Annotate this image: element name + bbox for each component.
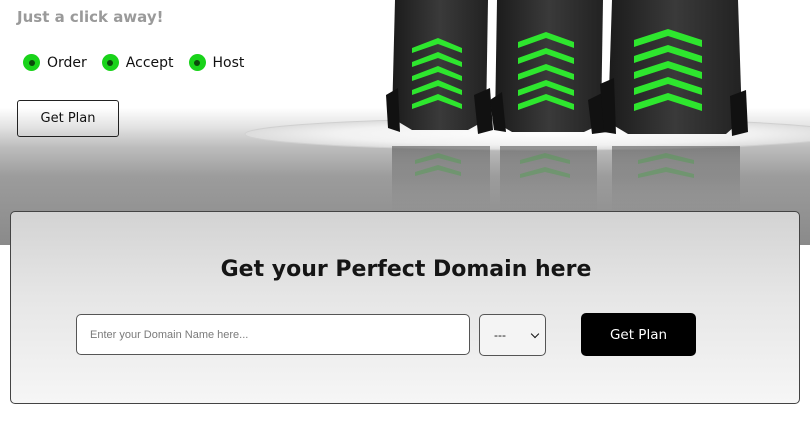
feature-label: Accept — [125, 54, 174, 71]
domain-extension-select[interactable]: --- — [479, 314, 546, 356]
domain-name-input[interactable] — [76, 314, 470, 355]
domain-get-plan-button[interactable]: Get Plan — [581, 313, 696, 356]
feature-host: Host — [188, 54, 245, 71]
radio-checked-icon — [188, 54, 206, 71]
feature-order: Order — [23, 54, 87, 71]
domain-search-panel: Get your Perfect Domain here --- Get Pla… — [10, 211, 800, 404]
server-racks-illustration — [244, 0, 810, 216]
feature-label: Host — [212, 54, 245, 71]
hero-get-plan-button[interactable]: Get Plan — [17, 100, 119, 137]
hero-tagline: Just a click away! — [17, 8, 164, 26]
feature-accept: Accept — [101, 54, 174, 71]
domain-search-title: Get your Perfect Domain here — [220, 257, 592, 282]
chevron-down-icon — [530, 329, 540, 339]
feature-list: Order Accept Host — [23, 54, 259, 71]
feature-label: Order — [47, 54, 87, 71]
hero-banner: Just a click away! Order Accept Host Get… — [0, 0, 810, 245]
domain-extension-value: --- — [494, 328, 506, 342]
radio-checked-icon — [101, 54, 119, 71]
radio-checked-icon — [23, 54, 40, 71]
